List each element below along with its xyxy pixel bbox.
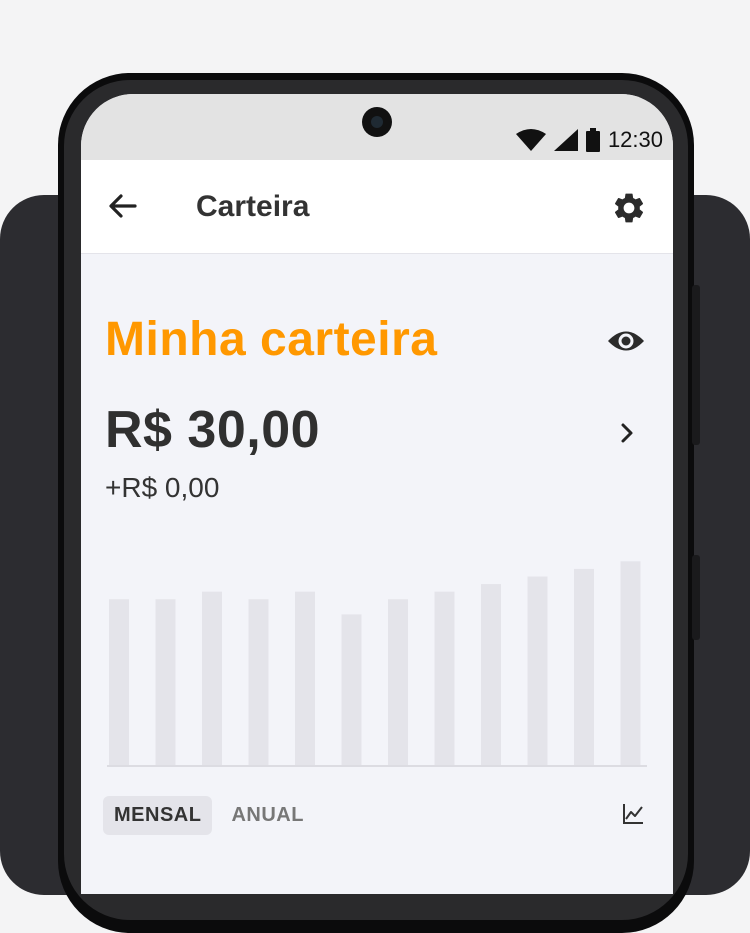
- chart-bar: [481, 584, 501, 766]
- chart-bar: [341, 614, 362, 766]
- tab-anual[interactable]: ANUAL: [220, 796, 315, 835]
- period-tabs: MENSAL ANUAL: [103, 796, 315, 835]
- chart-bar: [434, 591, 455, 766]
- monthly-bar-chart: [107, 561, 647, 767]
- line-chart-icon[interactable]: [621, 802, 645, 826]
- chart-bar: [574, 568, 594, 766]
- chart-bar: [527, 576, 548, 766]
- chart-bar: [109, 599, 129, 766]
- phone-power-button: [692, 285, 700, 445]
- chart-bar: [248, 599, 269, 766]
- chart-bar: [388, 599, 408, 766]
- chart-bar: [202, 591, 222, 766]
- chart-bar: [620, 561, 641, 766]
- phone-volume-button: [692, 555, 700, 640]
- tab-mensal[interactable]: MENSAL: [103, 796, 213, 835]
- phone-screen: 12:30 Carteira Minha carteira R$ 30,00 +…: [81, 94, 673, 894]
- chart-bar: [295, 591, 315, 766]
- chart-bar: [155, 599, 176, 766]
